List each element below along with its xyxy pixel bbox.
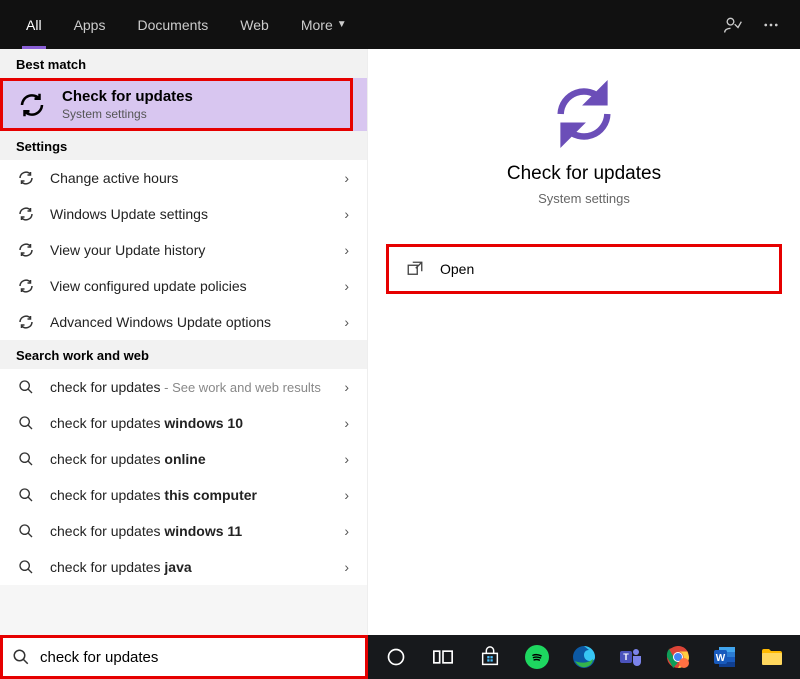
taskbar-word[interactable]: W: [704, 637, 745, 677]
settings-item[interactable]: Advanced Windows Update options ›: [0, 304, 367, 340]
tab-all[interactable]: All: [12, 0, 56, 49]
best-match-header: Best match: [0, 49, 367, 78]
taskbar-teams[interactable]: T: [610, 637, 651, 677]
refresh-icon: [16, 168, 36, 188]
settings-item[interactable]: View configured update policies ›: [0, 268, 367, 304]
taskbar-store[interactable]: [470, 637, 511, 677]
result-detail-panel: Check for updates System settings Open: [368, 49, 800, 635]
taskbar: T W: [368, 635, 800, 679]
chevron-right-icon: ›: [344, 523, 351, 539]
taskbar-edge[interactable]: [564, 637, 605, 677]
web-suggestion[interactable]: check for updates windows 10 ›: [0, 405, 367, 441]
search-web-header: Search work and web: [0, 340, 367, 369]
settings-header: Settings: [0, 131, 367, 160]
open-icon: [406, 260, 424, 278]
settings-item[interactable]: Windows Update settings ›: [0, 196, 367, 232]
chevron-right-icon: ›: [344, 415, 351, 431]
chevron-right-icon: ›: [344, 379, 351, 395]
refresh-icon: [16, 204, 36, 224]
chevron-down-icon: ▼: [337, 19, 347, 30]
web-suggestion[interactable]: check for updates windows 11 ›: [0, 513, 367, 549]
search-input[interactable]: [40, 649, 356, 666]
taskbar-cortana[interactable]: [376, 637, 417, 677]
open-button[interactable]: Open: [386, 244, 782, 294]
web-suggestion[interactable]: check for updates - See work and web res…: [0, 369, 367, 405]
chevron-right-icon: ›: [344, 278, 351, 294]
refresh-icon: [16, 89, 48, 121]
search-bar[interactable]: [0, 635, 368, 679]
taskbar-task-view[interactable]: [423, 637, 464, 677]
more-options-icon[interactable]: [754, 8, 788, 42]
chevron-right-icon: ›: [344, 314, 351, 330]
refresh-icon: [16, 312, 36, 332]
refresh-icon: [549, 79, 619, 149]
chevron-right-icon: ›: [344, 242, 351, 258]
search-icon: [12, 648, 30, 666]
search-icon: [16, 377, 36, 397]
tab-documents[interactable]: Documents: [123, 0, 222, 49]
search-icon: [16, 449, 36, 469]
svg-text:T: T: [623, 652, 629, 662]
taskbar-explorer[interactable]: [751, 637, 792, 677]
search-icon: [16, 521, 36, 541]
taskbar-chrome[interactable]: [657, 637, 698, 677]
settings-item[interactable]: Change active hours ›: [0, 160, 367, 196]
web-suggestion[interactable]: check for updates this computer ›: [0, 477, 367, 513]
search-icon: [16, 557, 36, 577]
results-panel: Best match Check for updates System sett…: [0, 49, 368, 635]
refresh-icon: [16, 240, 36, 260]
search-icon: [16, 485, 36, 505]
chevron-right-icon: ›: [344, 206, 351, 222]
detail-title: Check for updates: [386, 163, 782, 185]
tab-more[interactable]: More▼: [287, 0, 361, 49]
web-suggestion[interactable]: check for updates online ›: [0, 441, 367, 477]
tab-web[interactable]: Web: [226, 0, 283, 49]
best-match-title: Check for updates: [62, 88, 193, 105]
taskbar-spotify[interactable]: [517, 637, 558, 677]
tab-apps[interactable]: Apps: [60, 0, 120, 49]
web-suggestion[interactable]: check for updates java ›: [0, 549, 367, 585]
refresh-icon: [16, 276, 36, 296]
settings-item[interactable]: View your Update history ›: [0, 232, 367, 268]
search-icon: [16, 413, 36, 433]
chevron-right-icon: ›: [344, 451, 351, 467]
search-scope-tabs: All Apps Documents Web More▼: [0, 0, 800, 49]
best-match-subtitle: System settings: [62, 107, 193, 121]
detail-subtitle: System settings: [386, 191, 782, 206]
best-match-result[interactable]: Check for updates System settings: [0, 78, 367, 131]
chevron-right-icon: ›: [344, 487, 351, 503]
feedback-icon[interactable]: [716, 8, 750, 42]
svg-text:W: W: [715, 653, 725, 664]
chevron-right-icon: ›: [344, 559, 351, 575]
chevron-right-icon: ›: [344, 170, 351, 186]
